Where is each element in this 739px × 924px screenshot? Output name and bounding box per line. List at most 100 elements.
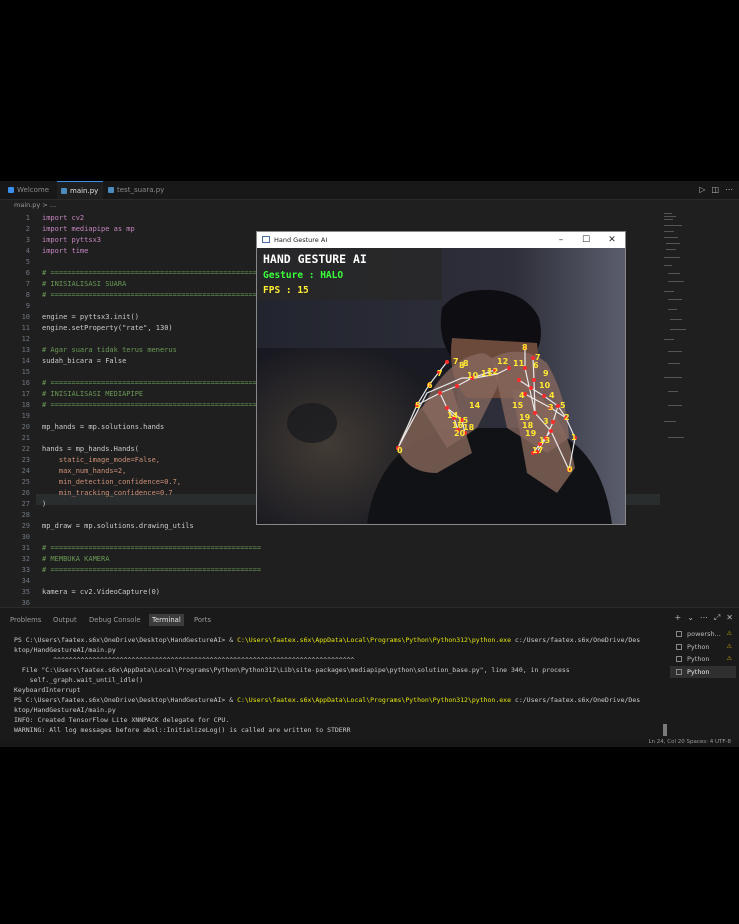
code-line[interactable]: engine = pyttsx3.init() (42, 313, 139, 321)
line-number: 33 (21, 566, 30, 574)
tab-output[interactable]: Output (53, 614, 77, 626)
code-line[interactable]: # ======================================… (42, 291, 261, 299)
code-line[interactable]: # Agar suara tidak terus menerus (42, 346, 177, 354)
terminal-line: PS C:\Users\faatex.s6x\OneDrive\Desktop\… (14, 696, 640, 704)
status-position[interactable]: Ln 24, Col 20 Spaces: 4 UTF-8 (648, 739, 731, 745)
gesture-label: Gesture : HALO (263, 270, 344, 281)
line-number: 1 (25, 214, 30, 222)
line-number: 25 (21, 478, 30, 486)
code-line[interactable]: engine.setProperty("rate", 130) (42, 324, 173, 332)
terminal-output[interactable]: PS C:\Users\faatex.s6x\OneDrive\Desktop\… (0, 632, 665, 742)
terminal-instance-label: Python (687, 642, 710, 651)
terminal-list: powersh... ⚠ Python ⚠ Python ⚠ Python (670, 628, 736, 678)
svg-text:13: 13 (539, 436, 550, 445)
line-number: 36 (21, 599, 30, 607)
terminal-line: KeyboardInterrupt (14, 686, 81, 694)
vscode-icon (8, 187, 14, 193)
window-title-bar[interactable]: Hand Gesture AI – ☐ ✕ (257, 232, 625, 248)
terminal-instance[interactable]: powersh... ⚠ (670, 628, 736, 641)
editor-tab-bar: Welcome main.py test_suara.py ▷ ◫ ⋯ (0, 181, 739, 200)
code-line[interactable]: # ======================================… (42, 401, 261, 409)
code-line[interactable]: import time (42, 247, 88, 255)
svg-text:0: 0 (567, 465, 573, 474)
line-number: 19 (21, 412, 30, 420)
terminal-instance[interactable]: Python ⚠ (670, 653, 736, 666)
minimap[interactable] (662, 211, 688, 451)
code-line[interactable]: min_detection_confidence=0.7, (42, 478, 181, 486)
split-editor-icon[interactable]: ◫ (711, 185, 719, 194)
terminal-text: PS C:\Users\faatex.s6x\OneDrive\Desktop\… (14, 696, 238, 704)
code-line[interactable]: # ======================================… (42, 379, 261, 387)
warning-icon: ⚠ (726, 655, 732, 662)
svg-text:14: 14 (469, 401, 481, 410)
breadcrumb[interactable]: main.py > ... (14, 201, 56, 209)
tab-debug-console[interactable]: Debug Console (89, 614, 141, 626)
more-actions-icon[interactable]: ⋯ (700, 613, 708, 622)
code-line[interactable]: import pyttsx3 (42, 236, 101, 244)
code-line[interactable]: import cv2 (42, 214, 84, 222)
tab-problems[interactable]: Problems (10, 614, 41, 626)
minimize-icon[interactable]: – (549, 232, 573, 248)
svg-text:7: 7 (437, 369, 443, 378)
line-number: 6 (25, 269, 30, 277)
overlay-title: HAND GESTURE AI (263, 252, 367, 266)
chevron-down-icon[interactable]: ⌄ (687, 613, 694, 622)
line-number: 16 (21, 379, 30, 387)
run-icon[interactable]: ▷ (699, 185, 705, 194)
code-line[interactable]: # ======================================… (42, 269, 261, 277)
code-line[interactable]: min_tracking_confidence=0.7 (42, 489, 173, 497)
terminal-instance[interactable]: Python (670, 665, 736, 678)
terminal-icon (676, 668, 682, 675)
new-terminal-icon[interactable]: + (674, 613, 681, 622)
code-line[interactable]: hands = mp_hands.Hands( (42, 445, 139, 453)
svg-text:7: 7 (535, 353, 541, 362)
code-line[interactable]: mp_hands = mp.solutions.hands (42, 423, 164, 431)
line-number: 31 (21, 544, 30, 552)
terminal-instance-label: powersh... (687, 630, 721, 638)
code-line[interactable]: # INISIALISASI MEDIAPIPE (42, 390, 143, 398)
app-icon (262, 236, 270, 243)
code-line[interactable]: # MEMBUKA KAMERA (42, 555, 109, 563)
code-line[interactable]: # ======================================… (42, 566, 261, 574)
tab-terminal[interactable]: Terminal (149, 614, 184, 626)
line-number: 34 (21, 577, 30, 585)
tab-ports[interactable]: Ports (194, 614, 211, 626)
line-number: 3 (25, 236, 30, 244)
terminal-text: c:/Users/faatex.s6x/OneDrive/Des (511, 696, 641, 704)
code-line[interactable]: max_num_hands=2, (42, 467, 126, 475)
tab-label: test_suara.py (117, 186, 165, 194)
terminal-text: WARNING: All log messages before absl::I… (14, 726, 351, 734)
tab-welcome[interactable]: Welcome (4, 181, 56, 199)
terminal-scrollbar[interactable] (663, 724, 667, 736)
svg-text:4: 4 (549, 391, 555, 400)
line-number: 13 (21, 346, 30, 354)
code-line[interactable]: # ======================================… (42, 544, 261, 552)
close-icon[interactable]: ✕ (726, 613, 733, 622)
terminal-text: INFO: Created TensorFlow Lite XNNPACK de… (14, 716, 230, 724)
line-number: 17 (21, 390, 30, 398)
code-line[interactable]: # INISIALISASI SUARA (42, 280, 126, 288)
tab-test-suara-py[interactable]: test_suara.py (104, 181, 166, 199)
close-icon[interactable]: ✕ (600, 232, 624, 248)
maximize-icon[interactable]: ☐ (574, 232, 598, 248)
line-number: 32 (21, 555, 30, 563)
terminal-instance[interactable]: Python ⚠ (670, 641, 736, 654)
line-number: 24 (21, 467, 30, 475)
hand-gesture-window[interactable]: Hand Gesture AI – ☐ ✕ 0 5 6 7 8 10 11 12… (256, 231, 626, 525)
terminal-text: File "C:\Users\faatex.s6x\AppData\Local\… (14, 666, 570, 674)
code-line[interactable]: sudah_bicara = False (42, 357, 126, 365)
terminal-text: PS C:\Users\faatex.s6x\OneDrive\Desktop\… (14, 636, 238, 644)
code-line[interactable]: kamera = cv2.VideoCapture(0) (42, 588, 160, 596)
tab-main-py[interactable]: main.py (57, 181, 103, 199)
terminal-command: C:\Users\faatex.s6x\AppData\Local\Progra… (237, 696, 511, 704)
line-number: 26 (21, 489, 30, 497)
terminal-line: PS C:\Users\faatex.s6x\OneDrive\Desktop\… (14, 636, 640, 644)
code-line[interactable]: static_image_mode=False, (42, 456, 160, 464)
code-line[interactable]: import mediapipe as mp (42, 225, 135, 233)
maximize-panel-icon[interactable]: ⤢ (714, 613, 720, 622)
code-line[interactable]: mp_draw = mp.solutions.drawing_utils (42, 522, 194, 530)
svg-text:6: 6 (427, 381, 433, 390)
code-line[interactable]: ) (42, 500, 46, 508)
more-actions-icon[interactable]: ⋯ (725, 185, 733, 194)
line-number: 9 (25, 302, 30, 310)
